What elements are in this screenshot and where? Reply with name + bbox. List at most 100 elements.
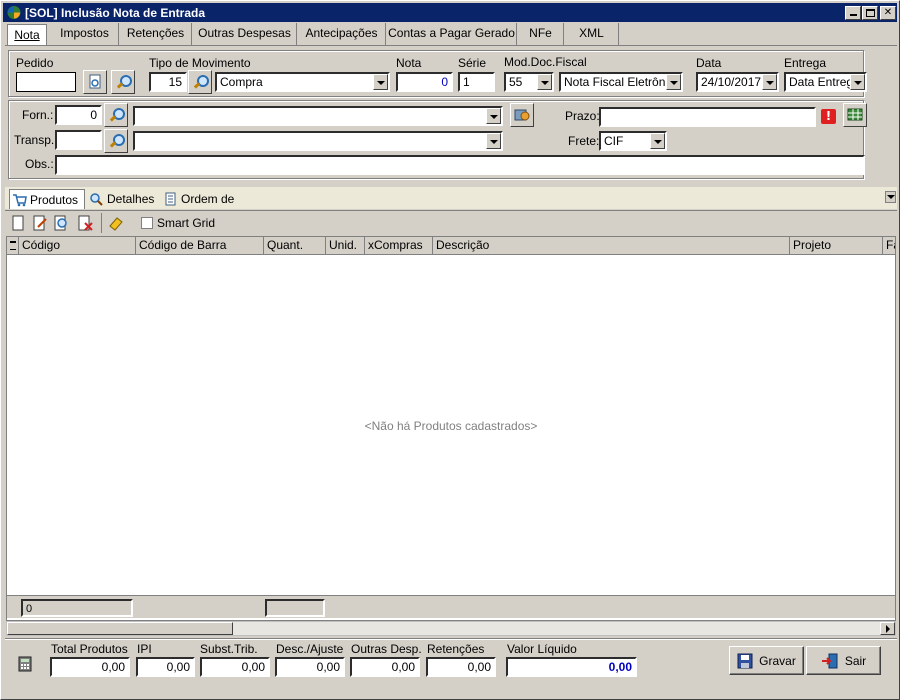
forn-name-select[interactable] <box>133 106 503 126</box>
tab-outras-despesas[interactable]: Outras Despesas <box>193 23 297 45</box>
forn-search-button[interactable] <box>104 103 128 127</box>
col-unid[interactable]: Unid. <box>326 237 365 255</box>
tipo-mov-code-input[interactable]: 15 <box>149 72 187 92</box>
data-date-picker[interactable]: 24/10/2017 <box>696 72 779 92</box>
nota-input[interactable]: 0 <box>396 72 453 92</box>
tab-retencoes[interactable]: Retenções <box>120 23 192 45</box>
subtab-label: Produtos <box>30 193 79 207</box>
grid-horizontal-scrollbar[interactable] <box>6 621 896 636</box>
obs-input[interactable] <box>55 155 865 175</box>
transp-code-input[interactable] <box>55 130 102 150</box>
ipi-value: 0,00 <box>136 657 195 677</box>
chevron-right-icon <box>886 625 890 633</box>
mod-doc-code-value: 55 <box>509 75 523 89</box>
sair-button[interactable]: Sair <box>806 646 881 675</box>
col-codigo[interactable]: Código <box>19 237 136 255</box>
smart-grid-checkbox[interactable] <box>141 217 153 229</box>
calculator-icon[interactable] <box>18 656 32 672</box>
tab-contas-a-pagar[interactable]: Contas a Pagar Gerado <box>387 23 517 45</box>
pedido-search-button[interactable] <box>111 70 135 94</box>
chevron-down-icon[interactable] <box>486 133 501 149</box>
transp-name-select[interactable] <box>133 131 503 151</box>
alert-icon[interactable]: ! <box>821 109 836 124</box>
tipo-mov-select[interactable]: Compra <box>215 72 390 92</box>
ipi-label: IPI <box>137 642 152 656</box>
gravar-button[interactable]: Gravar <box>729 646 804 675</box>
chevron-down-icon[interactable] <box>850 74 865 90</box>
tab-nota[interactable]: Nota <box>7 24 47 46</box>
transp-search-button[interactable] <box>104 129 128 153</box>
outras-desp-label: Outras Desp. <box>351 642 422 656</box>
scroll-right-button[interactable] <box>880 622 895 635</box>
col-projeto[interactable]: Projeto <box>790 237 883 255</box>
valor-liquido-value: 0,00 <box>506 657 637 677</box>
mod-doc-code-select[interactable]: 55 <box>504 72 554 92</box>
col-descricao[interactable]: Descrição <box>433 237 790 255</box>
prazo-input[interactable] <box>599 107 816 127</box>
prazo-grid-button[interactable] <box>843 103 867 127</box>
frete-value: CIF <box>604 134 624 148</box>
frete-label: Frete: <box>568 134 600 148</box>
magnifier-icon <box>90 193 103 206</box>
main-window: [SOL] Inclusão Nota de Entrada ✕ Nota Im… <box>0 0 900 700</box>
main-tabs: Nota Impostos Retenções Outras Despesas … <box>5 23 897 46</box>
toolbar-separator <box>101 213 102 233</box>
subtabs-menu-button[interactable] <box>885 191 896 203</box>
col-fa[interactable]: Fa <box>883 237 895 255</box>
retencoes-label: Retenções <box>427 642 485 656</box>
forn-code-input[interactable]: 0 <box>55 105 102 125</box>
minimize-button[interactable] <box>845 6 861 20</box>
col-xcompras[interactable]: xCompras <box>365 237 433 255</box>
new-item-icon[interactable] <box>9 214 27 232</box>
view-item-icon[interactable] <box>53 214 71 232</box>
entrega-label: Entrega <box>784 56 827 70</box>
scrollbar-thumb[interactable] <box>7 622 233 635</box>
maximize-button[interactable] <box>862 6 878 20</box>
forn-details-button[interactable] <box>510 103 534 127</box>
close-button[interactable]: ✕ <box>880 6 896 20</box>
chevron-down-icon[interactable] <box>762 74 777 90</box>
subst-trib-value: 0,00 <box>200 657 270 677</box>
grid-header: Código Código de Barra Quant. Unid. xCom… <box>7 237 895 255</box>
title-bar[interactable]: [SOL] Inclusão Nota de Entrada ✕ <box>3 3 897 22</box>
edit-item-icon[interactable] <box>31 214 49 232</box>
data-value: 24/10/2017 <box>701 75 762 89</box>
subtab-produtos[interactable]: Produtos <box>9 189 85 209</box>
tab-antecipacoes[interactable]: Antecipações <box>298 23 386 45</box>
total-produtos-value: 0,00 <box>50 657 130 677</box>
forn-label: Forn.: <box>22 108 54 122</box>
products-grid[interactable]: Código Código de Barra Quant. Unid. xCom… <box>6 236 896 621</box>
tab-impostos[interactable]: Impostos <box>51 23 119 45</box>
pedido-input[interactable] <box>16 72 76 92</box>
search-icon <box>116 75 132 89</box>
total-produtos-label: Total Produtos <box>51 642 128 656</box>
subtab-ordem-de-compra[interactable]: Ordem de Compra <box>161 189 273 226</box>
supplier-card-icon <box>514 109 530 121</box>
nota-label: Nota <box>396 56 422 70</box>
sub-tabs: Produtos Detalhes Ordem de Compra <box>5 187 897 226</box>
nota-value: 0 <box>441 75 448 89</box>
close-icon: ✕ <box>883 7 893 18</box>
chevron-down-icon[interactable] <box>373 74 388 90</box>
grid-row-indicator[interactable] <box>7 237 19 255</box>
col-codigo-barra[interactable]: Código de Barra <box>136 237 264 255</box>
cart-icon <box>13 194 27 207</box>
eraser-icon[interactable] <box>107 214 125 232</box>
mod-doc-desc-select[interactable]: Nota Fiscal Eletrônica <box>559 72 683 92</box>
subtab-detalhes[interactable]: Detalhes <box>87 189 157 209</box>
tab-xml[interactable]: XML <box>565 23 619 45</box>
delete-item-icon[interactable] <box>77 214 95 232</box>
chevron-down-icon[interactable] <box>650 133 665 149</box>
chevron-down-icon[interactable] <box>537 74 552 90</box>
chevron-down-icon[interactable] <box>666 74 681 90</box>
tipo-mov-search-button[interactable] <box>188 70 212 94</box>
entrega-date-picker[interactable]: Data Entrega <box>784 72 867 92</box>
chevron-down-icon[interactable] <box>486 108 501 124</box>
col-quant[interactable]: Quant. <box>264 237 326 255</box>
save-disk-icon <box>737 653 753 668</box>
tab-nfe[interactable]: NFe <box>518 23 564 45</box>
tipo-mov-value: Compra <box>220 75 263 89</box>
pedido-refresh-button[interactable] <box>83 70 107 94</box>
frete-select[interactable]: CIF <box>599 131 667 151</box>
serie-input[interactable]: 1 <box>458 72 495 92</box>
